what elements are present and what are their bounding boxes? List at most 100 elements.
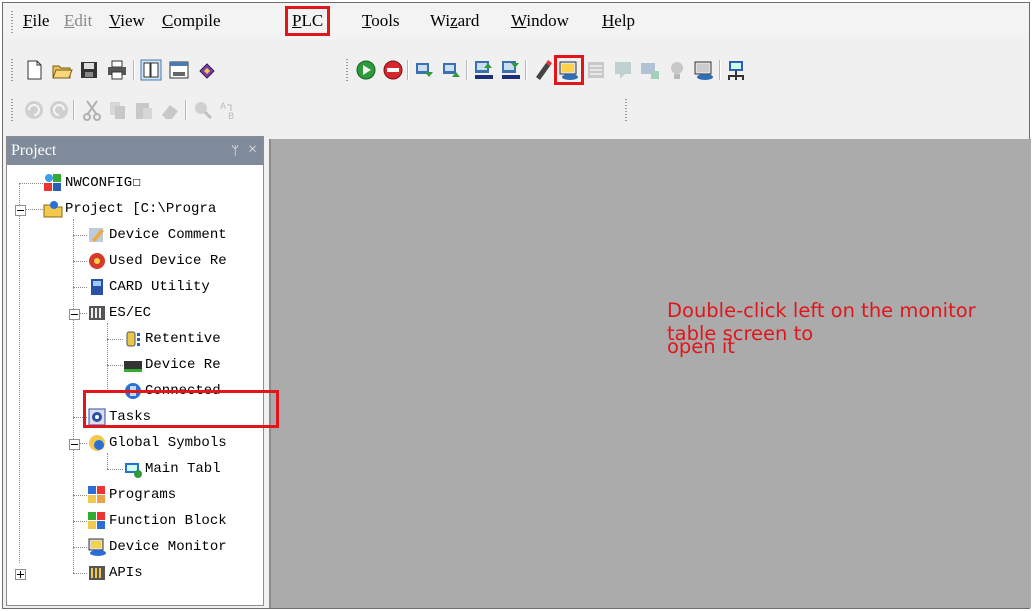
paste-icon[interactable] (133, 99, 155, 121)
tree-connector (107, 391, 123, 392)
output-window-icon[interactable] (168, 59, 190, 81)
menu-grip (11, 11, 13, 33)
program-monitor-icon[interactable] (585, 59, 607, 81)
tree-item-label: Main Tabl (145, 461, 221, 477)
menu-plc[interactable]: PLC (284, 6, 331, 36)
menu-bar: File Edit View Compile PLC Tools Wizard … (3, 3, 1029, 39)
tree-item-label: Device Monitor (109, 539, 227, 555)
tree-item-label: Device Re (145, 357, 221, 373)
tree-item-label: Project [C:\Progra (65, 201, 217, 217)
project-icon (43, 199, 63, 219)
menu-window[interactable]: Window (507, 9, 573, 33)
toolbar-grip (346, 59, 348, 81)
menu-tools[interactable]: Tools (358, 9, 404, 33)
instruction-note-line2: open it (667, 335, 735, 358)
tree-expand-icon[interactable] (15, 569, 26, 580)
tree-connector (73, 287, 87, 288)
new-file-icon[interactable] (23, 59, 45, 81)
global-symbols-icon (87, 433, 107, 453)
binary-download-icon[interactable] (500, 59, 522, 81)
tree-item-label: Device Comment (109, 227, 227, 243)
project-panel-title: Project (11, 142, 57, 159)
used-device-icon (87, 251, 107, 271)
toolbar-grip (11, 99, 13, 121)
cut-icon[interactable] (81, 99, 103, 121)
project-panel: Project ᛘ × NWCONFIG☐ Project [C:\Progra D… (6, 136, 264, 606)
tree-connector (107, 365, 123, 366)
menu-help[interactable]: Help (598, 9, 639, 33)
tree-collapse-icon[interactable] (69, 439, 80, 450)
online-edit-icon[interactable] (532, 59, 554, 81)
replace-icon[interactable]: AB (217, 99, 239, 121)
tree-collapse-icon[interactable] (15, 205, 26, 216)
undo-icon[interactable] (23, 99, 45, 121)
memory-icon[interactable] (639, 59, 661, 81)
comment-icon[interactable] (612, 59, 634, 81)
function-block-icon (87, 511, 107, 531)
open-folder-icon[interactable] (51, 59, 73, 81)
toolbar-separator (525, 60, 526, 80)
device-comment-icon (87, 225, 107, 245)
network-icon[interactable] (725, 59, 747, 81)
toolbar-separator (719, 60, 720, 80)
find-icon[interactable] (192, 99, 214, 121)
tree-item-label: NWCONFIG☐ (65, 175, 141, 191)
workspace-area[interactable]: Double-click left on the monitor table s… (269, 139, 1031, 608)
run-icon[interactable] (355, 59, 377, 81)
pin-icon[interactable]: ᛘ (231, 137, 239, 165)
menu-view[interactable]: View (105, 9, 149, 33)
tree-connector (107, 453, 108, 469)
tree-connector (73, 261, 87, 262)
nwconfig-icon (43, 173, 63, 193)
svg-text:A: A (220, 102, 227, 112)
programs-icon (87, 485, 107, 505)
tree-connector (73, 547, 87, 548)
tree-item-label: Retentive (145, 331, 221, 347)
redo-icon[interactable] (48, 99, 70, 121)
project-panel-header: Project ᛘ × (7, 137, 263, 165)
tree-connector (73, 521, 87, 522)
tree-connector (19, 183, 20, 563)
tree-connector (73, 495, 87, 496)
tree-connector (73, 417, 87, 418)
tree-item-label: Programs (109, 487, 177, 503)
tree-connector (73, 235, 87, 236)
upload-icon[interactable] (414, 59, 436, 81)
stop-icon[interactable] (382, 59, 404, 81)
menu-edit[interactable]: Edit (60, 9, 96, 33)
binary-upload-icon[interactable] (473, 59, 495, 81)
project-window-icon[interactable] (140, 59, 162, 81)
toolbar-separator (73, 100, 74, 120)
close-icon[interactable]: × (248, 136, 257, 164)
tree-item-label: CARD Utility (109, 279, 210, 295)
toolbar-separator (466, 60, 467, 80)
eraser-icon[interactable] (159, 99, 181, 121)
toolbar-grip (11, 59, 13, 81)
tree-collapse-icon[interactable] (69, 309, 80, 320)
card-icon[interactable] (693, 59, 715, 81)
toolbar-separator (133, 60, 134, 80)
tree-item-label: Global Symbols (109, 435, 227, 451)
menu-wizard[interactable]: Wizard (426, 9, 483, 33)
device-monitor-icon[interactable] (554, 55, 584, 85)
menu-compile[interactable]: Compile (158, 9, 225, 33)
device-re-icon (123, 355, 143, 375)
copy-icon[interactable] (107, 99, 129, 121)
tree-connector (19, 183, 43, 184)
print-icon[interactable] (106, 59, 128, 81)
debug-icon[interactable] (666, 59, 688, 81)
menu-file[interactable]: File (19, 9, 53, 33)
tree-item-label: APIs (109, 565, 143, 581)
toolbar-separator (185, 100, 186, 120)
download-icon[interactable] (441, 59, 463, 81)
tree-connector (73, 219, 74, 573)
tree-item-label: Function Block (109, 513, 227, 529)
project-tree: NWCONFIG☐ Project [C:\Progra Device Commen… (7, 167, 263, 603)
device-monitor-tree-icon (87, 537, 107, 557)
tree-connector (107, 323, 108, 391)
save-icon[interactable] (78, 59, 100, 81)
retentive-icon (123, 329, 143, 349)
svg-text:B: B (228, 112, 234, 121)
book-icon[interactable] (196, 59, 218, 81)
tree-connector (107, 339, 123, 340)
